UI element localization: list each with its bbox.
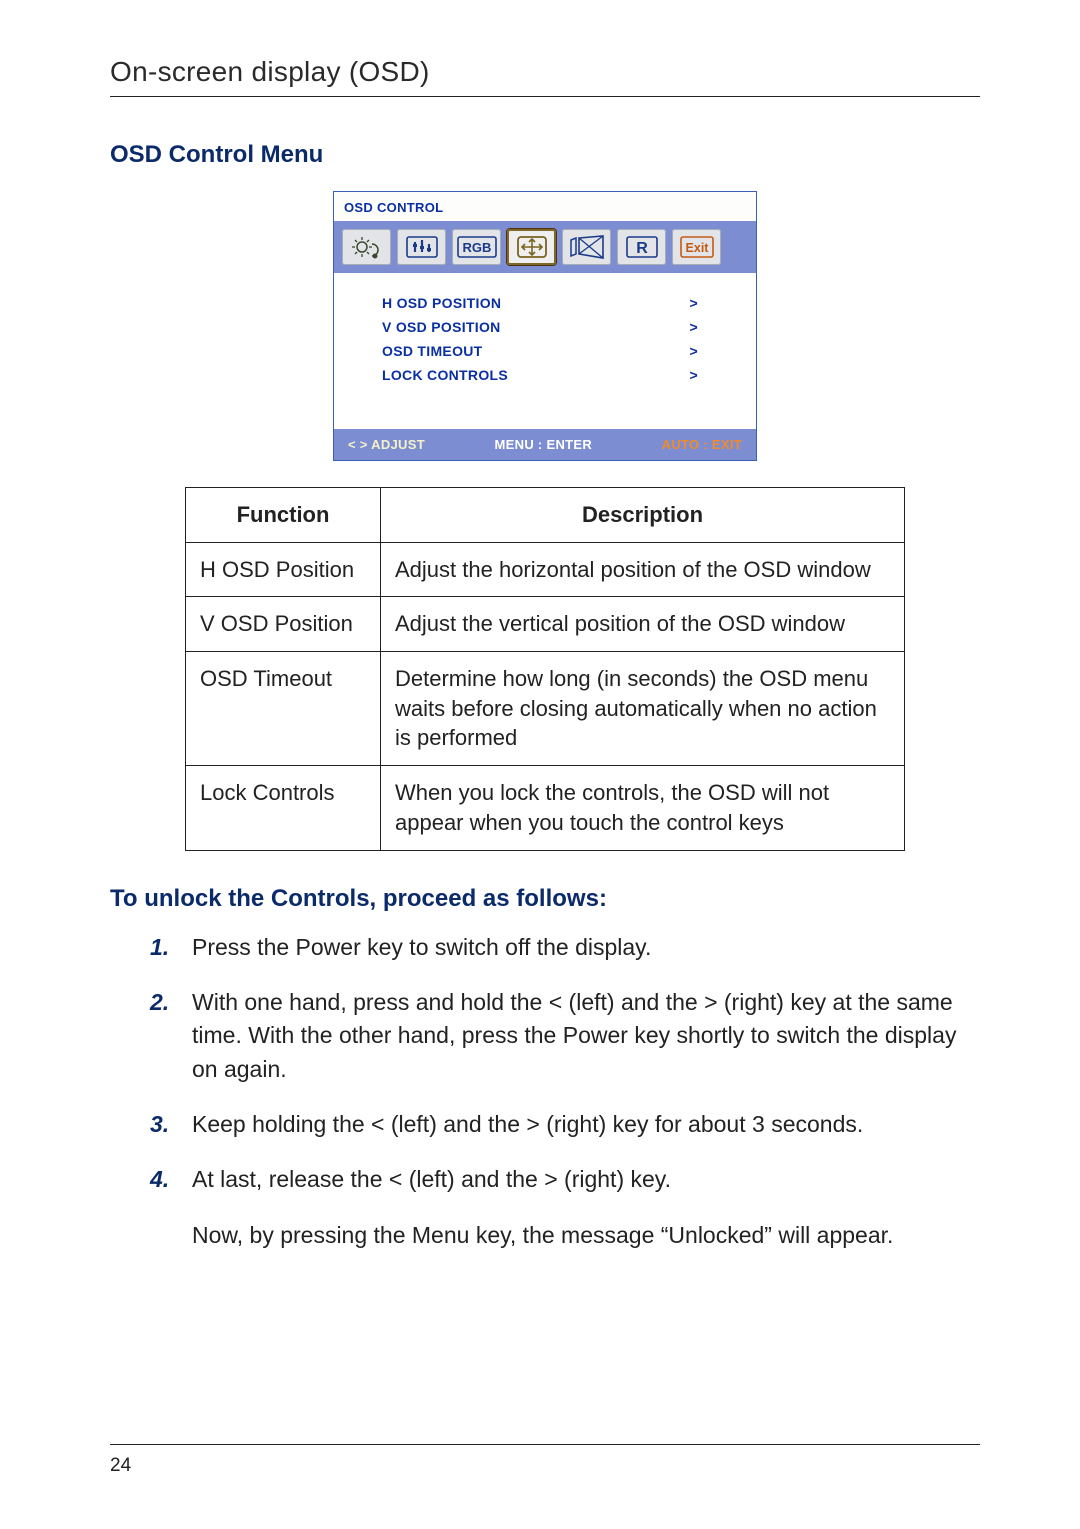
position-icon bbox=[507, 229, 556, 265]
svg-text:Exit: Exit bbox=[685, 241, 709, 255]
osd-iconbar: RGB bbox=[334, 221, 756, 273]
step-number: 2. bbox=[150, 986, 192, 1086]
osd-footer-exit: AUTO : EXIT bbox=[662, 437, 742, 452]
osd-panel-title: OSD CONTROL bbox=[334, 192, 756, 221]
table-cell-fn: V OSD Position bbox=[186, 597, 381, 652]
table-cell-desc: Adjust the vertical position of the OSD … bbox=[381, 597, 905, 652]
table-cell-fn: OSD Timeout bbox=[186, 652, 381, 766]
osd-menu-item: LOCK CONTROLS > bbox=[352, 363, 738, 387]
table-cell-desc: Determine how long (in seconds) the OSD … bbox=[381, 652, 905, 766]
osd-item-indicator: > bbox=[690, 343, 698, 359]
table-row: OSD Timeout Determine how long (in secon… bbox=[186, 652, 905, 766]
osd-menu-item: V OSD POSITION > bbox=[352, 315, 738, 339]
osd-footer-adjust: < > ADJUST bbox=[348, 437, 425, 452]
step-number: 3. bbox=[150, 1108, 192, 1141]
osd-menu-item: OSD TIMEOUT > bbox=[352, 339, 738, 363]
exit-icon: Exit bbox=[672, 229, 721, 265]
osd-item-label: V OSD POSITION bbox=[382, 319, 501, 335]
section-heading: OSD Control Menu bbox=[110, 141, 980, 169]
svg-text:R: R bbox=[636, 240, 648, 257]
reset-icon: R bbox=[617, 229, 666, 265]
step-item: 1. Press the Power key to switch off the… bbox=[150, 931, 980, 964]
step-text: Keep holding the < (left) and the > (rig… bbox=[192, 1108, 980, 1141]
osd-item-label: LOCK CONTROLS bbox=[382, 367, 508, 383]
table-cell-desc: When you lock the controls, the OSD will… bbox=[381, 766, 905, 850]
table-row: Lock Controls When you lock the controls… bbox=[186, 766, 905, 850]
svg-text:RGB: RGB bbox=[462, 240, 491, 255]
unlock-follow-text: Now, by pressing the Menu key, the messa… bbox=[110, 1219, 980, 1252]
step-item: 3. Keep holding the < (left) and the > (… bbox=[150, 1108, 980, 1141]
osd-item-indicator: > bbox=[690, 367, 698, 383]
unlock-heading: To unlock the Controls, proceed as follo… bbox=[110, 885, 980, 913]
table-cell-desc: Adjust the horizontal position of the OS… bbox=[381, 542, 905, 597]
page-number: 24 bbox=[110, 1455, 131, 1476]
unlock-steps: 1. Press the Power key to switch off the… bbox=[110, 931, 980, 1197]
step-text: At last, release the < (left) and the > … bbox=[192, 1163, 980, 1196]
rgb-icon: RGB bbox=[452, 229, 501, 265]
osd-item-indicator: > bbox=[690, 319, 698, 335]
table-row: H OSD Position Adjust the horizontal pos… bbox=[186, 542, 905, 597]
sliders-icon bbox=[397, 229, 446, 265]
osd-footer-enter: MENU : ENTER bbox=[495, 437, 593, 452]
osd-footer: < > ADJUST MENU : ENTER AUTO : EXIT bbox=[334, 429, 756, 460]
table-row: V OSD Position Adjust the vertical posit… bbox=[186, 597, 905, 652]
page-footer: 24 bbox=[110, 1444, 980, 1477]
step-text: With one hand, press and hold the < (lef… bbox=[192, 986, 980, 1086]
osd-menu-item: H OSD POSITION > bbox=[352, 291, 738, 315]
osd-item-indicator: > bbox=[690, 295, 698, 311]
step-item: 2. With one hand, press and hold the < (… bbox=[150, 986, 980, 1086]
geometry-icon bbox=[562, 229, 611, 265]
osd-item-label: H OSD POSITION bbox=[382, 295, 501, 311]
step-text: Press the Power key to switch off the di… bbox=[192, 931, 980, 964]
table-cell-fn: H OSD Position bbox=[186, 542, 381, 597]
osd-panel: OSD CONTROL bbox=[333, 191, 757, 461]
brightness-icon bbox=[342, 229, 391, 265]
table-cell-fn: Lock Controls bbox=[186, 766, 381, 850]
step-item: 4. At last, release the < (left) and the… bbox=[150, 1163, 980, 1196]
osd-item-label: OSD TIMEOUT bbox=[382, 343, 483, 359]
table-header-function: Function bbox=[186, 488, 381, 543]
table-header-description: Description bbox=[381, 488, 905, 543]
step-number: 1. bbox=[150, 931, 192, 964]
function-table: Function Description H OSD Position Adju… bbox=[185, 487, 905, 851]
step-number: 4. bbox=[150, 1163, 192, 1196]
page-title: On-screen display (OSD) bbox=[110, 56, 980, 97]
osd-menu-body: H OSD POSITION > V OSD POSITION > OSD TI… bbox=[334, 273, 756, 429]
